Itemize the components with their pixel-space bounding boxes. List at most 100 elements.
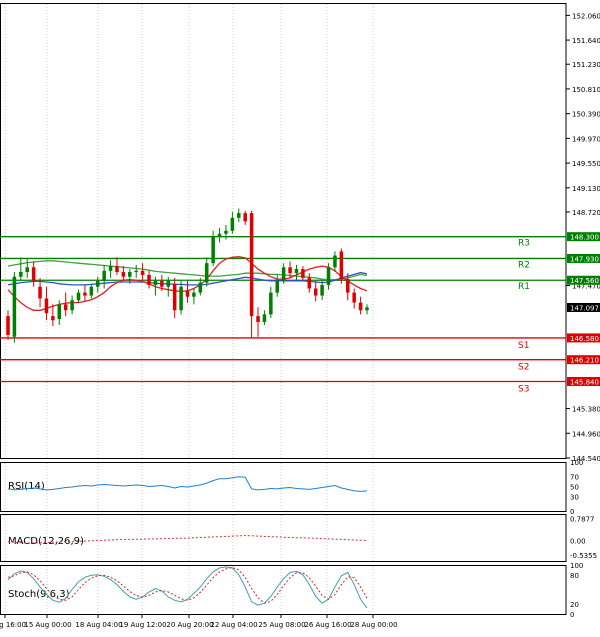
candle-body (115, 266, 119, 272)
stoch-y-label: 20 (570, 601, 579, 609)
candle-body (57, 304, 62, 320)
candle-body (198, 282, 203, 293)
level-name-r2: R2 (518, 260, 530, 270)
rsi-y-label: 70 (570, 474, 579, 482)
candle-body (153, 280, 158, 285)
candle-body (346, 279, 350, 293)
candle-body (294, 269, 299, 274)
candle-body (25, 267, 29, 272)
stoch-y-label: 0 (570, 611, 574, 619)
level-price-label: 147.930 (570, 255, 599, 263)
y-tick-label: 151.230 (572, 61, 600, 69)
candle-body (358, 302, 363, 311)
candle-body (44, 298, 49, 314)
candle-body (320, 284, 324, 296)
candle-body (147, 274, 151, 285)
candle-body (89, 286, 94, 296)
x-tick-label: 14 Aug 16:00 (0, 621, 26, 629)
candle-body (352, 292, 356, 303)
x-tick-label: 20 Aug 20:00 (166, 621, 213, 629)
candle-body (333, 255, 337, 268)
y-tick-label: 150.390 (572, 111, 600, 119)
stoch-y-label: 80 (570, 572, 579, 580)
level-price-label: 148.300 (570, 234, 599, 242)
stoch-y-label: 100 (570, 562, 583, 570)
x-tick-label: 22 Aug 04:00 (210, 621, 257, 629)
candle-body (307, 277, 312, 289)
x-tick-label: 15 Aug 00:00 (24, 621, 71, 629)
y-tick-label: 149.970 (572, 135, 600, 143)
candle-body (83, 292, 87, 296)
candle-body (134, 270, 138, 272)
y-tick-label: 145.380 (572, 406, 600, 414)
candle-body (128, 271, 132, 277)
y-tick-label: 152.060 (572, 12, 600, 20)
stoch-label: Stoch(9,6,3) (8, 589, 70, 600)
macd-y-label: 0.00 (570, 537, 586, 545)
candle-body (237, 213, 241, 218)
x-tick-label: 26 Aug 16:00 (304, 621, 351, 629)
candle-body (31, 267, 36, 281)
candle-body (172, 283, 177, 311)
candle-body (95, 280, 100, 287)
candle-body (6, 316, 10, 335)
level-name-r3: R3 (518, 239, 530, 249)
candle-body (313, 288, 318, 296)
macd-y-label: -0.5355 (570, 552, 597, 560)
level-name-s3: S3 (518, 384, 529, 394)
level-name-s2: S2 (518, 363, 529, 373)
candle-body (179, 286, 183, 311)
candle-body (185, 290, 190, 297)
candle-body (217, 233, 222, 237)
macd-y-label: 0.7877 (570, 515, 595, 523)
x-tick-label: 25 Aug 08:00 (258, 621, 305, 629)
candle-body (19, 271, 23, 277)
candle-body (211, 236, 215, 264)
y-tick-label: 150.810 (572, 86, 600, 94)
y-tick-label: 144.960 (572, 430, 600, 438)
level-name-s1: S1 (518, 341, 529, 351)
y-tick-label: 151.640 (572, 37, 600, 45)
x-tick-label: 18 Aug 04:00 (75, 621, 122, 629)
candle-body (326, 267, 331, 285)
candle-body (38, 286, 42, 299)
level-price-label: 146.580 (570, 335, 599, 343)
candle-body (243, 213, 247, 222)
candle-body (76, 292, 81, 301)
y-tick-label: 149.550 (572, 160, 600, 168)
candle-body (192, 292, 196, 297)
candle-body (108, 266, 113, 271)
rsi-y-label: 30 (570, 493, 579, 501)
candle-body (281, 267, 286, 281)
candle-body (301, 269, 305, 278)
y-tick-label: 149.130 (572, 185, 600, 193)
candle-body (166, 280, 171, 287)
candle-body (63, 304, 68, 311)
candle-body (230, 217, 235, 231)
candle-body (160, 280, 164, 287)
candle-body (269, 292, 273, 315)
candle-body (275, 280, 280, 293)
candle-body (102, 270, 106, 281)
candle-body (140, 270, 145, 275)
chart-svg: R3R2R1S1S2S3 RSI(14) MACD(12,26,9) Stoch… (0, 0, 600, 633)
candle-body (339, 251, 344, 280)
candle-body (224, 230, 228, 234)
candle-body (204, 263, 209, 283)
level-price-label: 146.210 (570, 357, 599, 365)
candle-body (121, 271, 126, 277)
candle-body (262, 314, 267, 323)
candle-body (70, 300, 74, 311)
candle-body (256, 316, 260, 323)
candle-body (288, 267, 292, 274)
level-name-r1: R1 (518, 282, 530, 292)
level-price-label: 147.560 (570, 277, 599, 285)
candle-body (12, 276, 17, 337)
level-price-label: 145.840 (570, 378, 599, 386)
rsi-label: RSI(14) (8, 481, 45, 492)
x-tick-label: 19 Aug 12:00 (119, 621, 166, 629)
x-tick-label: 28 Aug 00:00 (350, 621, 397, 629)
rsi-y-label: 50 (570, 484, 579, 492)
candle-body (365, 307, 369, 311)
chart: R3 R2 R1 S1 S2 S3 RSI(14) MACD(12,26,9) Stoch… (0, 0, 600, 633)
